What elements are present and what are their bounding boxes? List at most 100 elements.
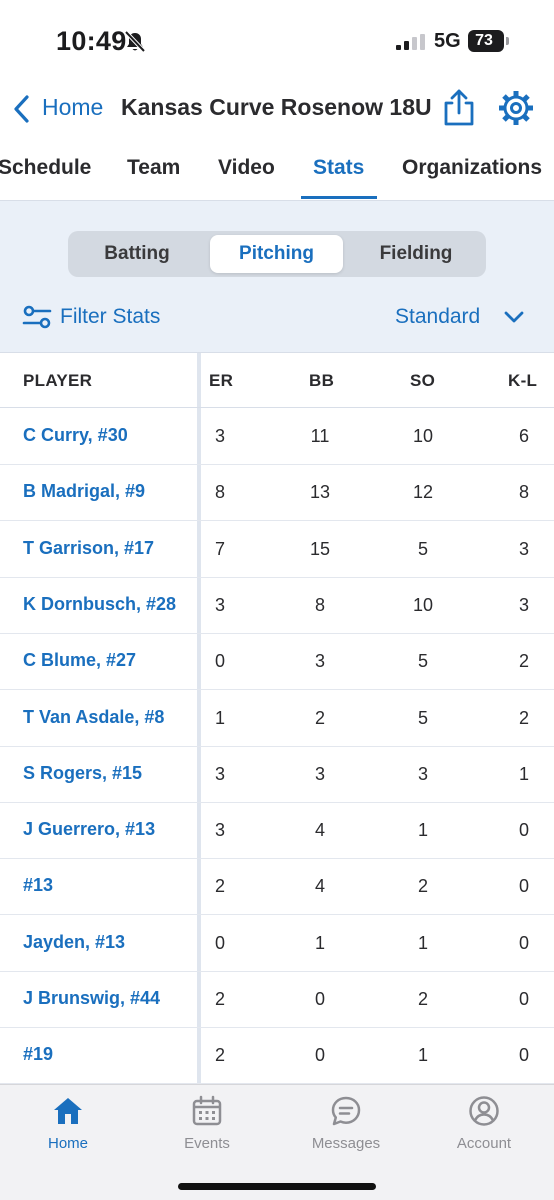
segment-fielding[interactable]: Fielding xyxy=(350,235,482,273)
player-name-link[interactable]: K Dornbusch, #28 xyxy=(23,594,176,615)
gear-icon[interactable] xyxy=(498,90,534,126)
page-title: Kansas Curve Rosenow 18U xyxy=(121,94,432,120)
cell-kl: 0 xyxy=(518,932,529,953)
table-header: PLAYER ER BB SO K-L xyxy=(0,353,554,408)
network-label: 5G xyxy=(434,30,461,52)
cell-kl: 0 xyxy=(518,989,529,1009)
stats-view-select[interactable]: Standard xyxy=(395,305,480,329)
share-icon[interactable] xyxy=(440,88,478,128)
header-bb[interactable]: BB xyxy=(309,371,334,391)
tab-video[interactable]: Video xyxy=(218,156,275,180)
table-row[interactable]: J Brunswig, #44 2 0 2 0 xyxy=(0,972,554,1028)
player-name-link[interactable]: T Garrison, #17 xyxy=(23,538,154,559)
cell-so: 2 xyxy=(417,989,428,1009)
back-chevron-icon[interactable] xyxy=(12,94,32,124)
cell-er: 2 xyxy=(214,1045,225,1066)
battery-level: 73 xyxy=(475,32,493,49)
player-name-link[interactable]: J Brunswig, #44 xyxy=(23,988,160,1009)
segment-batting[interactable]: Batting xyxy=(72,235,202,273)
back-button[interactable]: Home xyxy=(42,94,103,121)
header-player[interactable]: PLAYER xyxy=(23,371,92,391)
table-row[interactable]: J Guerrero, #13 3 4 1 0 xyxy=(0,803,554,860)
cell-er: 0 xyxy=(214,932,225,953)
table-row[interactable]: S Rogers, #15 3 3 3 1 xyxy=(0,747,554,803)
cell-er: 3 xyxy=(214,426,225,446)
tab-schedule[interactable]: Schedule xyxy=(0,156,91,180)
table-row[interactable]: #13 2 4 2 0 xyxy=(0,859,554,916)
cell-kl: 0 xyxy=(518,1045,529,1066)
cell-bb: 3 xyxy=(314,763,325,784)
player-name-link[interactable]: #19 xyxy=(23,1044,53,1065)
bottom-tab-account[interactable]: Account xyxy=(434,1085,534,1165)
cell-bb: 8 xyxy=(314,594,325,615)
chevron-down-icon[interactable] xyxy=(503,309,525,325)
cell-so: 1 xyxy=(417,1045,428,1066)
bottom-tab-label: Home xyxy=(47,1135,88,1152)
player-name-link[interactable]: #13 xyxy=(23,875,53,896)
account-icon xyxy=(469,1096,499,1126)
tab-stats[interactable]: Stats xyxy=(313,156,364,180)
cell-bb: 4 xyxy=(314,820,325,841)
cell-bb: 13 xyxy=(309,482,331,503)
cell-so: 10 xyxy=(412,594,434,615)
stat-type-segmented-control: Batting Pitching Fielding xyxy=(68,231,486,277)
cell-er: 2 xyxy=(214,989,225,1009)
table-row[interactable]: T Van Asdale, #8 1 2 5 2 xyxy=(0,691,554,747)
cell-er: 1 xyxy=(214,707,225,728)
cell-bb: 15 xyxy=(309,538,331,559)
player-name-link[interactable]: Jayden, #13 xyxy=(23,932,125,953)
table-row[interactable]: #19 2 0 1 0 xyxy=(0,1028,554,1084)
cell-kl: 2 xyxy=(518,707,529,728)
stats-controls: Batting Pitching Fielding Filter Stats S… xyxy=(0,200,554,352)
bottom-tab-home[interactable]: Home xyxy=(18,1085,118,1165)
cell-bb: 4 xyxy=(314,876,325,897)
cell-kl: 2 xyxy=(518,651,529,672)
calendar-icon xyxy=(192,1095,222,1126)
cell-bb: 2 xyxy=(314,707,325,728)
cell-er: 3 xyxy=(214,594,225,615)
cell-kl: 6 xyxy=(518,426,529,446)
filter-stats-button[interactable]: Filter Stats xyxy=(60,305,160,329)
bottom-tab-label: Account xyxy=(456,1135,512,1152)
cell-er: 2 xyxy=(214,876,225,897)
player-name-link[interactable]: C Blume, #27 xyxy=(23,650,136,671)
cell-so: 3 xyxy=(417,763,428,784)
bottom-tab-messages[interactable]: Messages xyxy=(296,1085,396,1165)
cell-bb: 1 xyxy=(314,932,325,953)
status-time: 10:49 xyxy=(56,26,127,56)
player-name-link[interactable]: T Van Asdale, #8 xyxy=(23,707,164,728)
active-tab-indicator xyxy=(301,196,377,199)
player-name-link[interactable]: B Madrigal, #9 xyxy=(23,481,145,502)
cell-so: 10 xyxy=(412,426,434,446)
header-er[interactable]: ER xyxy=(209,371,233,391)
cell-so: 5 xyxy=(417,651,428,672)
cell-er: 8 xyxy=(214,482,225,503)
tab-team[interactable]: Team xyxy=(127,156,180,180)
player-name-link[interactable]: C Curry, #30 xyxy=(23,425,128,446)
battery-cap xyxy=(506,37,509,45)
table-row[interactable]: K Dornbusch, #28 3 8 10 3 xyxy=(0,578,554,634)
signal-icon xyxy=(396,34,425,50)
cell-bb: 0 xyxy=(314,989,325,1009)
table-row[interactable]: Jayden, #13 0 1 1 0 xyxy=(0,916,554,972)
filter-sliders-icon[interactable] xyxy=(22,305,52,329)
table-row[interactable]: T Garrison, #17 7 15 5 3 xyxy=(0,522,554,578)
table-row[interactable]: C Blume, #27 0 3 5 2 xyxy=(0,634,554,691)
cell-er: 0 xyxy=(214,651,225,672)
header-so[interactable]: SO xyxy=(410,371,435,391)
cell-bb: 11 xyxy=(310,426,330,446)
home-indicator xyxy=(178,1183,376,1190)
cell-er: 3 xyxy=(214,820,225,841)
tab-organizations[interactable]: Organizations xyxy=(402,156,542,180)
cell-bb: 0 xyxy=(314,1045,325,1066)
segment-pitching[interactable]: Pitching xyxy=(210,235,343,273)
table-row[interactable]: B Madrigal, #9 8 13 12 8 xyxy=(0,465,554,522)
cell-so: 5 xyxy=(417,538,428,559)
table-row[interactable]: C Curry, #30 3 11 10 6 xyxy=(0,409,554,465)
cell-kl: 1 xyxy=(518,763,529,784)
header-kl[interactable]: K-L xyxy=(508,371,537,391)
player-name-link[interactable]: S Rogers, #15 xyxy=(23,763,142,784)
bottom-tab-events[interactable]: Events xyxy=(157,1085,257,1165)
cell-so: 1 xyxy=(417,820,428,841)
player-name-link[interactable]: J Guerrero, #13 xyxy=(23,819,155,840)
